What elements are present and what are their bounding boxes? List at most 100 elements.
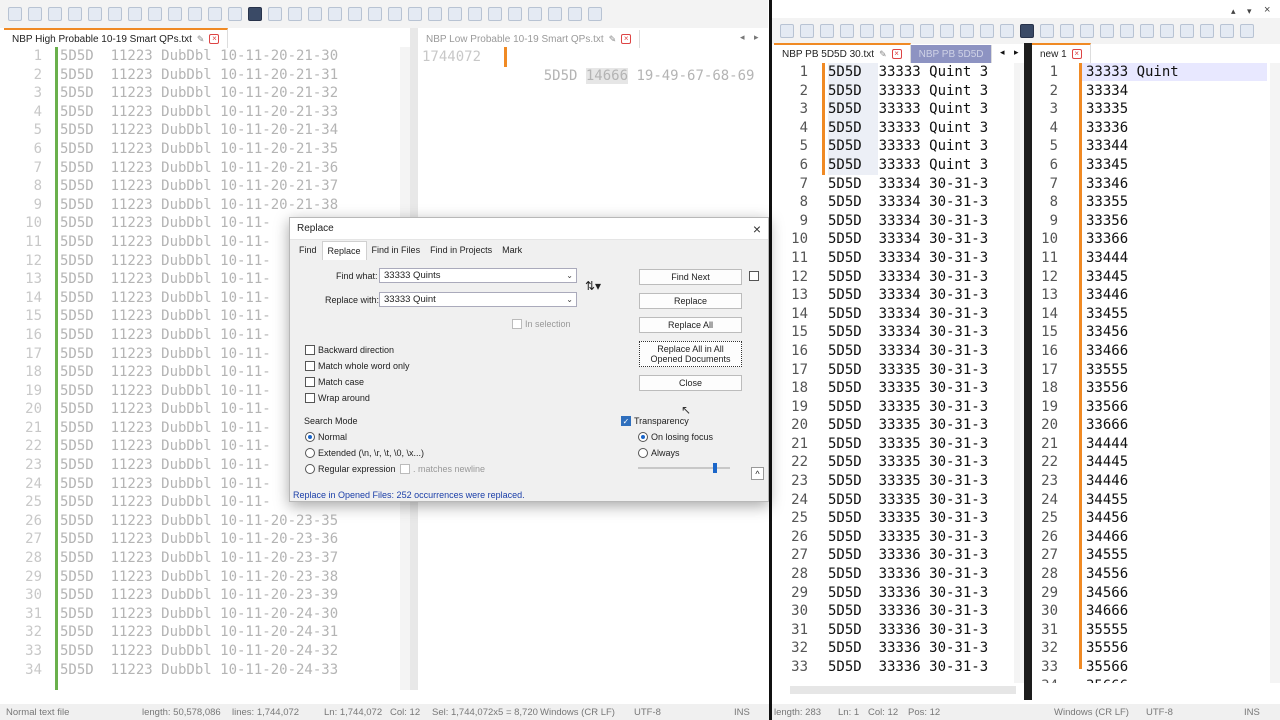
code-line[interactable]: 33356 <box>1086 212 1268 231</box>
code-line[interactable]: 5D5D 33334 30-31-3 <box>828 175 1012 194</box>
code-line[interactable]: 35556 <box>1086 639 1268 658</box>
code-line[interactable]: 33556 <box>1086 379 1268 398</box>
undo-icon[interactable] <box>980 24 994 38</box>
code-line[interactable]: 5D5D 33333 Quint 3 <box>828 100 1012 119</box>
pane-splitter[interactable] <box>1024 43 1032 700</box>
run-macro-icon[interactable] <box>568 7 582 21</box>
code-line[interactable]: 5D5D 11223 DubDbl 10-11-20-24-33 <box>60 661 398 680</box>
close-tab-icon[interactable]: × <box>209 34 220 44</box>
pin-icon[interactable]: ✎ <box>197 34 205 45</box>
find-next-button[interactable]: Find Next <box>639 269 742 285</box>
code-line[interactable]: 34456 <box>1086 509 1268 528</box>
code-line[interactable]: 5D5D 11223 DubDbl 10-11-20-24-31 <box>60 623 398 642</box>
zoom-out-icon[interactable] <box>1080 24 1094 38</box>
code-line[interactable]: 5D5D 11223 DubDbl 10-11-20-24-30 <box>60 605 398 624</box>
slider-thumb[interactable] <box>712 463 717 473</box>
zoom-out-icon[interactable] <box>308 7 322 21</box>
matches-newline-checkbox[interactable]: . matches newline <box>400 464 485 474</box>
code-line[interactable]: 5D5D 33334 30-31-3 <box>828 230 1012 249</box>
word-wrap-icon[interactable] <box>348 7 362 21</box>
code-line[interactable]: 34556 <box>1086 565 1268 584</box>
save-icon[interactable] <box>48 7 62 21</box>
paste-icon[interactable] <box>960 24 974 38</box>
pin-icon[interactable]: ✎ <box>879 49 887 60</box>
vertical-scrollbar[interactable] <box>1014 63 1024 683</box>
code-line[interactable]: 5D5D 14666 19-49-67-68-69 <box>510 48 754 84</box>
open-file-icon[interactable] <box>800 24 814 38</box>
chevron-down-icon[interactable]: ⌄ <box>566 294 573 306</box>
sync-scroll-icon[interactable] <box>1100 24 1114 38</box>
on-losing-focus-radio[interactable]: On losing focus <box>638 432 713 442</box>
code-line[interactable]: 5D5D 33334 30-31-3 <box>828 193 1012 212</box>
window-close-icon[interactable]: × <box>1264 4 1270 16</box>
stop-macro-icon[interactable] <box>528 7 542 21</box>
transparency-slider[interactable] <box>638 463 730 473</box>
wrap-around-checkbox[interactable]: Wrap around <box>305 393 370 403</box>
backward-box[interactable] <box>305 345 315 355</box>
code-line[interactable]: 5D5D 33335 30-31-3 <box>828 361 1012 380</box>
code-line[interactable]: 5D5D 33334 30-31-3 <box>828 212 1012 231</box>
code-line[interactable]: 33446 <box>1086 286 1268 305</box>
new-file-icon[interactable] <box>780 24 794 38</box>
mode-extended-radio[interactable]: Extended (\n, \r, \t, \0, \x...) <box>305 448 424 458</box>
mode-normal-radio[interactable]: Normal <box>305 432 347 442</box>
code-area[interactable]: 33333 Quint 33334 33335 33336 33344 33345 3334… <box>1086 63 1268 683</box>
window-menu-down-icon[interactable]: ▾ <box>1247 6 1252 17</box>
code-line[interactable]: 5D5D 33336 30-31-3 <box>828 602 1012 621</box>
code-line[interactable]: 33445 <box>1086 268 1268 287</box>
indent-guide-icon[interactable] <box>1160 24 1174 38</box>
code-line[interactable]: 33334 <box>1086 82 1268 101</box>
code-line[interactable]: 33355 <box>1086 193 1268 212</box>
close-icon[interactable] <box>860 24 874 38</box>
folder-workspace-icon[interactable] <box>1240 24 1254 38</box>
code-line[interactable]: 5D5D 33336 30-31-3 <box>828 639 1012 658</box>
code-line[interactable]: 5D5D 11223 DubDbl 10-11-20-21-36 <box>60 159 398 178</box>
code-line[interactable]: 5D5D 33336 30-31-3 <box>828 658 1012 677</box>
open-file-icon[interactable] <box>28 7 42 21</box>
redo-icon[interactable] <box>1000 24 1014 38</box>
code-line[interactable]: 33335 <box>1086 100 1268 119</box>
code-line[interactable]: 5D5D 33335 30-31-3 <box>828 491 1012 510</box>
matches-newline-box[interactable] <box>400 464 410 474</box>
tab-replace[interactable]: Replace <box>321 241 367 260</box>
code-line[interactable]: 35555 <box>1086 621 1268 640</box>
chevron-down-icon[interactable]: ⌄ <box>566 270 573 282</box>
replace-button[interactable]: Replace <box>639 293 742 309</box>
save-icon[interactable] <box>820 24 834 38</box>
save-all-icon[interactable] <box>68 7 82 21</box>
code-line[interactable]: 33456 <box>1086 323 1268 342</box>
code-line[interactable]: 34555 <box>1086 546 1268 565</box>
code-line[interactable]: 33444 <box>1086 249 1268 268</box>
code-line[interactable]: 34466 <box>1086 528 1268 547</box>
code-line[interactable]: 34445 <box>1086 453 1268 472</box>
code-line[interactable]: 5D5D 33336 30-31-3 <box>828 565 1012 584</box>
backward-checkbox[interactable]: Backward direction <box>305 345 394 355</box>
code-line[interactable]: 5D5D 11223 DubDbl 10-11-20-23-38 <box>60 568 398 587</box>
match-case-checkbox[interactable]: Match case <box>305 377 364 387</box>
vertical-scrollbar[interactable] <box>1270 63 1280 683</box>
tab-find[interactable]: Find <box>294 241 322 260</box>
close-tab-icon[interactable]: × <box>1071 49 1082 59</box>
match-case-box[interactable] <box>305 377 315 387</box>
code-line[interactable]: 5D5D 33335 30-31-3 <box>828 435 1012 454</box>
record-macro-icon[interactable] <box>508 7 522 21</box>
tab-nbp-pb-30[interactable]: NBP PB 5D5D 30.txt ✎ × <box>774 43 911 63</box>
code-line[interactable]: 33345 <box>1086 156 1268 175</box>
code-line[interactable]: 5D5D 33334 30-31-3 <box>828 249 1012 268</box>
code-line[interactable]: 33666 <box>1086 416 1268 435</box>
code-line[interactable]: 35666 <box>1086 677 1268 683</box>
whole-word-box[interactable] <box>305 361 315 371</box>
horizontal-scrollbar[interactable] <box>790 686 1016 694</box>
code-line[interactable]: 5D5D 11223 DubDbl 10-11-20-21-38 <box>60 196 398 215</box>
tab-mark[interactable]: Mark <box>497 241 527 260</box>
tab-new-1[interactable]: new 1 × <box>1032 43 1091 63</box>
code-line[interactable]: 5D5D 33336 30-31-3 <box>828 584 1012 603</box>
sync-scroll-icon[interactable] <box>328 7 342 21</box>
radio-on-losing-focus[interactable] <box>638 432 648 442</box>
tab-nbp-high[interactable]: NBP High Probable 10-19 Smart QPs.txt ✎ … <box>4 28 229 48</box>
code-line[interactable]: 34455 <box>1086 491 1268 510</box>
copy-icon[interactable] <box>940 24 954 38</box>
lang-icon[interactable] <box>408 7 422 21</box>
code-line[interactable]: 5D5D 33335 30-31-3 <box>828 509 1012 528</box>
tab-scroll-left-icon[interactable]: ◂ <box>740 32 745 43</box>
